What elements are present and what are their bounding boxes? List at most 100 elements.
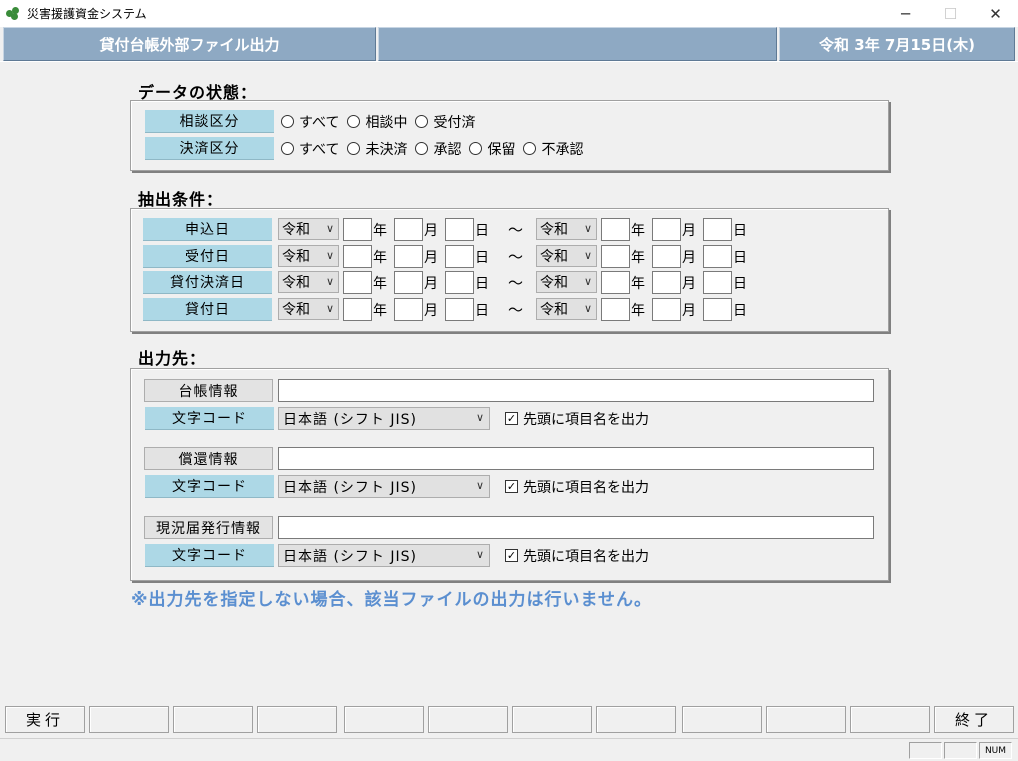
radio-circle-icon: [523, 142, 537, 155]
loan-date-from-era-select[interactable]: 令和 ∨: [278, 298, 339, 320]
accept-date-from-month-input[interactable]: [394, 245, 423, 268]
loan-decision-date-to-era-select[interactable]: 令和 ∨: [536, 271, 597, 293]
radio-circle-icon: [347, 115, 361, 128]
minimize-button[interactable]: ─: [883, 0, 928, 27]
loan-date-to-day-input[interactable]: [703, 298, 732, 321]
accept-date-from-year-input[interactable]: [343, 245, 372, 268]
chevron-down-icon: ∨: [475, 548, 485, 561]
loan-decision-date-from-era-select[interactable]: 令和 ∨: [278, 271, 339, 293]
month-unit: 月: [424, 222, 438, 239]
loan-date-to-month-input[interactable]: [652, 298, 681, 321]
function-key-f6[interactable]: [428, 706, 508, 733]
year-unit: 年: [631, 302, 645, 319]
year-unit: 年: [373, 302, 387, 319]
radio-consult-in-progress[interactable]: 相談中: [347, 112, 407, 132]
status-cell: [944, 742, 977, 759]
function-key-f3[interactable]: [173, 706, 253, 733]
loan-decision-date-from-year-input[interactable]: [343, 271, 372, 294]
accept-date-to-era-select[interactable]: 令和 ∨: [536, 245, 597, 267]
chevron-down-icon: ∨: [583, 275, 592, 288]
radio-consult-all[interactable]: すべて: [281, 112, 339, 132]
checkmark-icon: ✓: [505, 480, 518, 493]
maximize-button[interactable]: ☐: [928, 0, 973, 27]
loan-date-from-year-input[interactable]: [343, 298, 372, 321]
radio-decision-approved[interactable]: 承認: [415, 139, 461, 159]
chevron-down-icon: ∨: [583, 302, 592, 315]
apply-date-to-day-input[interactable]: [703, 218, 732, 241]
output-note: ※出力先を指定しない場合、該当ファイルの出力は行いません。: [131, 590, 653, 610]
radio-decision-hold[interactable]: 保留: [469, 139, 515, 159]
month-unit: 月: [682, 249, 696, 266]
ledger-encoding-select[interactable]: 日本語 (シフト JIS) ∨: [278, 407, 490, 430]
year-unit: 年: [373, 275, 387, 292]
clover-icon: [6, 6, 20, 21]
status-panel: 相談区分 すべて 相談中 受付済 決済区分 すべて 未決済 承認 保留 不承認: [130, 100, 889, 171]
chevron-down-icon: ∨: [325, 222, 334, 235]
accept-date-to-day-input[interactable]: [703, 245, 732, 268]
output-section-title: 出力先：: [138, 349, 207, 368]
repayment-output-button[interactable]: 償還情報: [144, 447, 273, 470]
loan-date-from-day-input[interactable]: [445, 298, 474, 321]
accept-date-from-era-select[interactable]: 令和 ∨: [278, 245, 339, 267]
repayment-encoding-label: 文字コード: [145, 475, 274, 498]
function-key-f4[interactable]: [257, 706, 337, 733]
day-unit: 日: [475, 275, 489, 292]
accept-date-to-year-input[interactable]: [601, 245, 630, 268]
apply-date-to-month-input[interactable]: [652, 218, 681, 241]
accept-date-from-day-input[interactable]: [445, 245, 474, 268]
ledger-output-path-input[interactable]: [278, 379, 874, 402]
function-key-f10[interactable]: [766, 706, 846, 733]
extract-panel: 申込日 令和 ∨ 年月日令和 ∨ 年月日～受付日 令和 ∨ 年月日令和 ∨ 年月日～貸付決済日 令和 ∨…: [130, 208, 889, 332]
apply-date-from-era-select[interactable]: 令和 ∨: [278, 218, 339, 240]
loan-date-from-month-input[interactable]: [394, 298, 423, 321]
accept-date-to-month-input[interactable]: [652, 245, 681, 268]
header-middle: [378, 27, 777, 61]
loan-decision-date-to-month-input[interactable]: [652, 271, 681, 294]
apply-date-from-day-input[interactable]: [445, 218, 474, 241]
repayment-header-checkbox[interactable]: ✓ 先頭に項目名を出力: [505, 475, 649, 498]
status-cell: [909, 742, 942, 759]
apply-date-to-era-select[interactable]: 令和 ∨: [536, 218, 597, 240]
apply-date-from-year-input[interactable]: [343, 218, 372, 241]
function-key-f8[interactable]: [596, 706, 676, 733]
function-key-f11[interactable]: [850, 706, 930, 733]
radio-decision-all[interactable]: すべて: [281, 139, 339, 159]
loan-decision-date-from-month-input[interactable]: [394, 271, 423, 294]
month-unit: 月: [682, 275, 696, 292]
ledger-header-checkbox[interactable]: ✓ 先頭に項目名を出力: [505, 407, 649, 430]
ledger-encoding-label: 文字コード: [145, 407, 274, 430]
checkmark-icon: ✓: [505, 549, 518, 562]
status-report-output-path-input[interactable]: [278, 516, 874, 539]
exit-button[interactable]: 終了: [934, 706, 1014, 733]
function-key-f7[interactable]: [512, 706, 592, 733]
year-unit: 年: [631, 275, 645, 292]
status-report-header-checkbox[interactable]: ✓ 先頭に項目名を出力: [505, 544, 649, 567]
radio-circle-icon: [415, 142, 429, 155]
radio-decision-undecided[interactable]: 未決済: [347, 139, 407, 159]
ledger-output-button[interactable]: 台帳情報: [144, 379, 273, 402]
loan-date-to-era-select[interactable]: 令和 ∨: [536, 298, 597, 320]
function-key-f5[interactable]: [344, 706, 424, 733]
apply-date-to-year-input[interactable]: [601, 218, 630, 241]
loan-decision-date-label: 貸付決済日: [143, 271, 272, 294]
close-button[interactable]: ✕: [973, 0, 1018, 27]
execute-button[interactable]: 実行: [5, 706, 85, 733]
loan-decision-date-to-year-input[interactable]: [601, 271, 630, 294]
radio-decision-rejected[interactable]: 不承認: [523, 139, 583, 159]
loan-decision-date-from-day-input[interactable]: [445, 271, 474, 294]
apply-date-from-month-input[interactable]: [394, 218, 423, 241]
status-report-output-button[interactable]: 現況届発行情報: [144, 516, 273, 539]
status-report-encoding-select[interactable]: 日本語 (シフト JIS) ∨: [278, 544, 490, 567]
year-unit: 年: [631, 222, 645, 239]
function-key-bar: 実行 終了: [0, 706, 1018, 734]
function-key-f2[interactable]: [89, 706, 169, 733]
function-key-f9[interactable]: [682, 706, 762, 733]
loan-date-to-year-input[interactable]: [601, 298, 630, 321]
repayment-encoding-select[interactable]: 日本語 (シフト JIS) ∨: [278, 475, 490, 498]
loan-date-label: 貸付日: [143, 298, 272, 321]
radio-consult-accepted[interactable]: 受付済: [415, 112, 475, 132]
loan-decision-date-to-day-input[interactable]: [703, 271, 732, 294]
day-unit: 日: [733, 275, 747, 292]
year-unit: 年: [631, 249, 645, 266]
repayment-output-path-input[interactable]: [278, 447, 874, 470]
